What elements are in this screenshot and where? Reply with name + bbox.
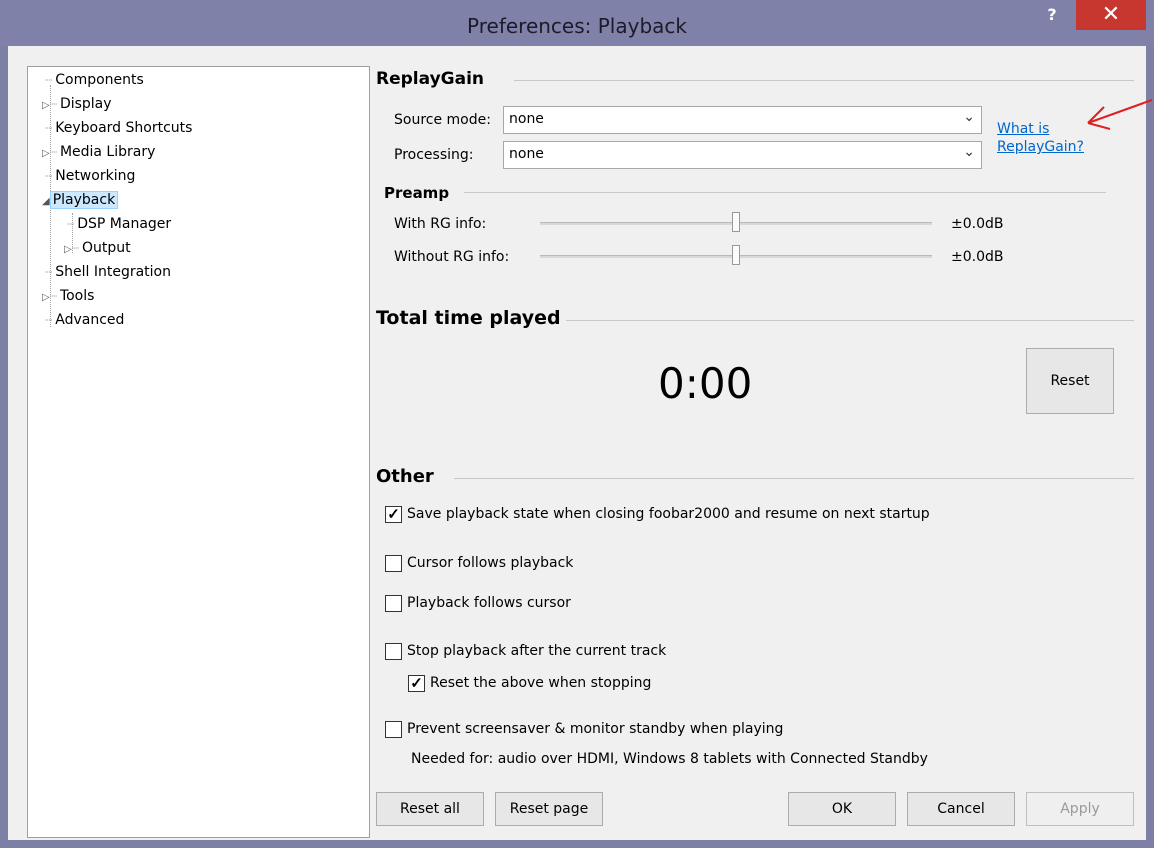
chevron-down-icon: ⌄ (963, 109, 975, 125)
section-divider (454, 478, 1134, 479)
reset-all-button[interactable]: Reset all (376, 792, 484, 826)
tree-item-advanced[interactable]: ┈ Advanced (45, 309, 127, 331)
section-divider (464, 192, 1106, 193)
ok-button[interactable]: OK (788, 792, 896, 826)
tree-item-label: Networking (55, 168, 136, 184)
tree-item-media-library[interactable]: ▷┈ Media Library (42, 141, 158, 163)
screensaver-note: Needed for: audio over HDMI, Windows 8 t… (411, 751, 928, 767)
tree-item-keyboard-shortcuts[interactable]: ┈ Keyboard Shortcuts (45, 117, 195, 139)
tree-item-label: DSP Manager (77, 216, 172, 232)
tree-item-label: Advanced (55, 312, 125, 328)
without-rg-info-value: ±0.0dB (951, 249, 1004, 265)
total-time-heading: Total time played (376, 307, 561, 329)
link-line-2[interactable]: ReplayGain? (997, 138, 1084, 156)
help-button[interactable]: ? (1038, 4, 1066, 28)
tree-item-label: Components (55, 72, 144, 88)
save-playback-state-checkbox[interactable]: ✓ (385, 506, 402, 523)
preamp-heading: Preamp (384, 184, 450, 202)
prevent-screensaver-label: Prevent screensaver & monitor standby wh… (407, 721, 784, 737)
title-bar: Preferences: Playback ? ✕ (0, 0, 1154, 46)
with-rg-info-label: With RG info: (394, 216, 487, 232)
source-mode-dropdown[interactable]: none ⌄ (503, 106, 982, 134)
tree-item-label: Shell Integration (55, 264, 171, 280)
section-divider (566, 320, 1134, 321)
expand-icon[interactable]: ▷ (42, 292, 50, 303)
section-divider (514, 80, 1134, 81)
apply-button[interactable]: Apply (1026, 792, 1134, 826)
link-line-1[interactable]: What is (997, 120, 1084, 138)
without-rg-info-label: Without RG info: (394, 249, 510, 265)
what-is-replaygain-link[interactable]: What is ReplayGain? (997, 120, 1084, 156)
tree-item-label: Output (81, 240, 131, 256)
tree-item-label: Tools (59, 288, 95, 304)
preferences-tree[interactable]: ┈ Components ▷┈ Display ┈ Keyboard Shortcut… (27, 66, 370, 838)
preferences-dialog: ┈ Components ▷┈ Display ┈ Keyboard Shortcut… (8, 46, 1146, 840)
tree-item-dsp-manager[interactable]: ┈ DSP Manager (67, 213, 174, 235)
tree-item-label: Playback (49, 191, 119, 209)
window-title: Preferences: Playback (467, 14, 687, 38)
replaygain-heading: ReplayGain (376, 69, 485, 89)
processing-label: Processing: (394, 147, 474, 163)
tree-item-playback[interactable]: ◢ Playback (42, 189, 119, 211)
tree-item-output[interactable]: ▷┈ Output (64, 237, 134, 259)
cursor-follows-playback-checkbox[interactable] (385, 555, 402, 572)
source-mode-value: none (509, 111, 544, 127)
tree-item-shell-integration[interactable]: ┈ Shell Integration (45, 261, 174, 283)
processing-dropdown[interactable]: none ⌄ (503, 141, 982, 169)
tree-item-label: Keyboard Shortcuts (55, 120, 193, 136)
stop-after-current-checkbox[interactable] (385, 643, 402, 660)
without-rg-info-slider-thumb[interactable] (732, 245, 740, 265)
reset-above-label: Reset the above when stopping (430, 675, 652, 691)
tree-item-tools[interactable]: ▷┈ Tools (42, 285, 97, 307)
close-button[interactable]: ✕ (1076, 0, 1146, 30)
expand-icon[interactable]: ▷ (42, 100, 50, 111)
collapse-icon[interactable]: ◢ (42, 196, 50, 207)
tree-item-label: Display (59, 96, 112, 112)
tree-item-networking[interactable]: ┈ Networking (45, 165, 138, 187)
save-playback-state-label: Save playback state when closing foobar2… (407, 506, 930, 522)
tree-item-components[interactable]: ┈ Components (45, 69, 147, 91)
playback-follows-cursor-checkbox[interactable] (385, 595, 402, 612)
tree-item-display[interactable]: ▷┈ Display (42, 93, 115, 115)
playback-follows-cursor-label: Playback follows cursor (407, 595, 571, 611)
with-rg-info-value: ±0.0dB (951, 216, 1004, 232)
cancel-button[interactable]: Cancel (907, 792, 1015, 826)
reset-page-button[interactable]: Reset page (495, 792, 603, 826)
processing-value: none (509, 146, 544, 162)
reset-time-button[interactable]: Reset (1026, 348, 1114, 414)
total-time-value: 0:00 (658, 359, 753, 408)
prevent-screensaver-checkbox[interactable] (385, 721, 402, 738)
expand-icon[interactable]: ▷ (64, 244, 72, 255)
annotation-arrow-icon (1087, 99, 1153, 130)
chevron-down-icon: ⌄ (963, 144, 975, 160)
other-heading: Other (376, 466, 434, 487)
tree-item-label: Media Library (59, 144, 156, 160)
with-rg-info-slider-thumb[interactable] (732, 212, 740, 232)
stop-after-current-label: Stop playback after the current track (407, 643, 667, 659)
source-mode-label: Source mode: (394, 112, 491, 128)
expand-icon[interactable]: ▷ (42, 148, 50, 159)
cursor-follows-playback-label: Cursor follows playback (407, 555, 574, 571)
reset-above-checkbox[interactable]: ✓ (408, 675, 425, 692)
